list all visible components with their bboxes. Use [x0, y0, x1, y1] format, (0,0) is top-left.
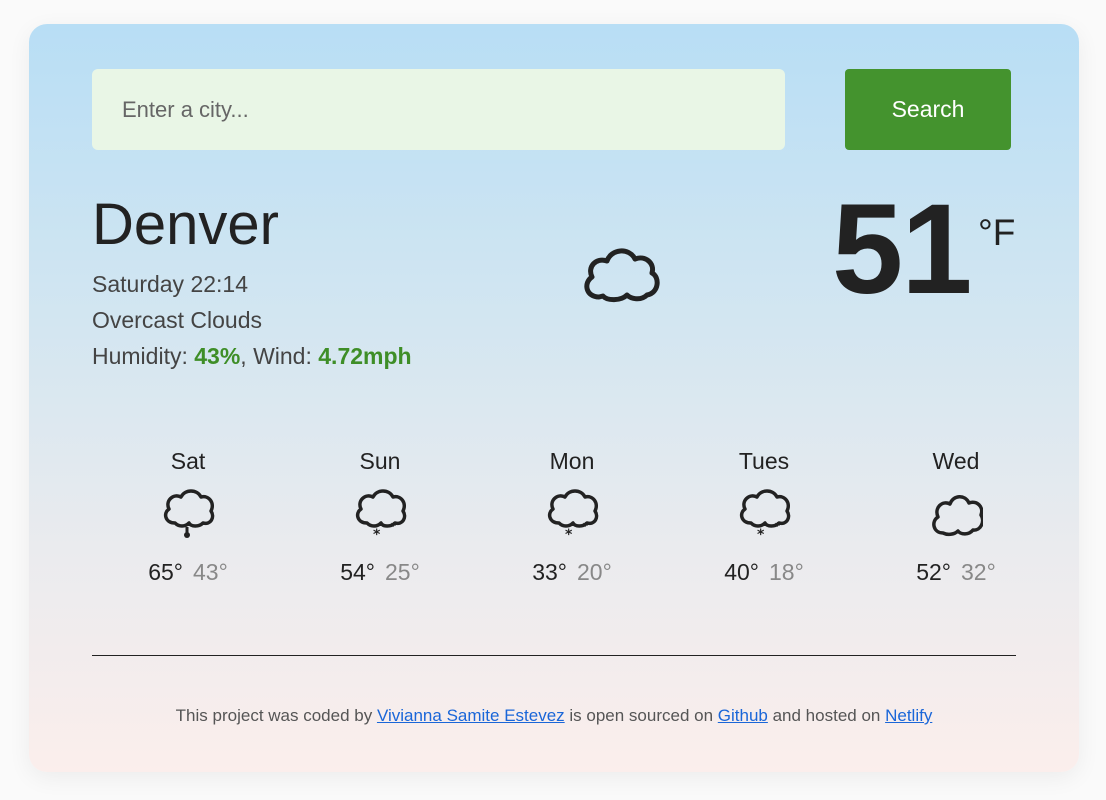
forecast-min-temp: 43°: [193, 559, 228, 585]
wind-label: , Wind:: [240, 343, 319, 369]
forecast-day: Tues * * 40° 18°: [668, 448, 860, 584]
search-button[interactable]: Search: [845, 69, 1011, 150]
forecast-day-name: Mon: [549, 448, 595, 474]
snow-icon: * *: [739, 489, 791, 543]
humidity-wind-line: Humidity: 43%, Wind: 4.72mph: [92, 345, 412, 368]
forecast-max-temp: 40°: [724, 559, 759, 585]
forecast-day: Wed 52° 32°: [860, 448, 1052, 584]
city-search-input[interactable]: [92, 69, 785, 150]
cloud-icon: [932, 495, 983, 537]
forecast-min-temp: 32°: [961, 559, 996, 585]
footer: This project was coded by Vivianna Samit…: [29, 706, 1079, 726]
github-link[interactable]: Github: [718, 706, 768, 725]
footer-text: This project was coded by: [175, 706, 377, 725]
city-name: Denver: [92, 192, 279, 257]
forecast-day: Sun * * 54° 25°: [284, 448, 476, 584]
forecast-row: Sat 65° 43° Sun * * 54° 25° Mon * * 33° …: [92, 448, 1052, 618]
snow-icon: * *: [547, 489, 599, 543]
weather-description: Overcast Clouds: [92, 307, 263, 333]
humidity-label: Humidity:: [92, 343, 195, 369]
forecast-max-temp: 52°: [916, 559, 951, 585]
temperature-unit[interactable]: °F: [978, 214, 1015, 251]
cloud-icon: [584, 248, 660, 303]
netlify-link[interactable]: Netlify: [885, 706, 932, 725]
forecast-min-temp: 25°: [385, 559, 420, 585]
humidity-value: 43%: [194, 343, 241, 369]
svg-text:*: *: [391, 521, 397, 532]
rain-icon: [163, 489, 215, 538]
forecast-day-name: Wed: [932, 448, 980, 474]
author-link[interactable]: Vivianna Samite Estevez: [377, 706, 565, 725]
svg-text:*: *: [775, 521, 781, 532]
current-datetime: Saturday 22:14: [92, 271, 249, 297]
current-temperature: 51: [832, 178, 972, 321]
forecast-max-temp: 33°: [532, 559, 567, 585]
forecast-day: Sat 65° 43°: [92, 448, 284, 584]
svg-text:*: *: [565, 527, 573, 543]
wind-value: 4.72mph: [318, 343, 412, 369]
forecast-day-name: Tues: [738, 448, 790, 474]
divider: [92, 655, 1016, 656]
svg-text:*: *: [373, 527, 381, 543]
snow-icon: * *: [355, 489, 407, 543]
forecast-max-temp: 65°: [148, 559, 183, 585]
forecast-day-name: Sun: [359, 448, 401, 474]
footer-text: is open sourced on: [564, 706, 718, 725]
footer-text: and hosted on: [767, 706, 886, 725]
forecast-min-temp: 18°: [769, 559, 804, 585]
svg-text:*: *: [583, 521, 589, 532]
forecast-min-temp: 20°: [577, 559, 612, 585]
weather-app-card: Search Denver Saturday 22:14 Overcast Cl…: [29, 24, 1079, 772]
forecast-day: Mon * * 33° 20°: [476, 448, 668, 584]
forecast-day-name: Sat: [170, 448, 206, 474]
svg-text:*: *: [757, 527, 765, 543]
forecast-max-temp: 54°: [340, 559, 375, 585]
